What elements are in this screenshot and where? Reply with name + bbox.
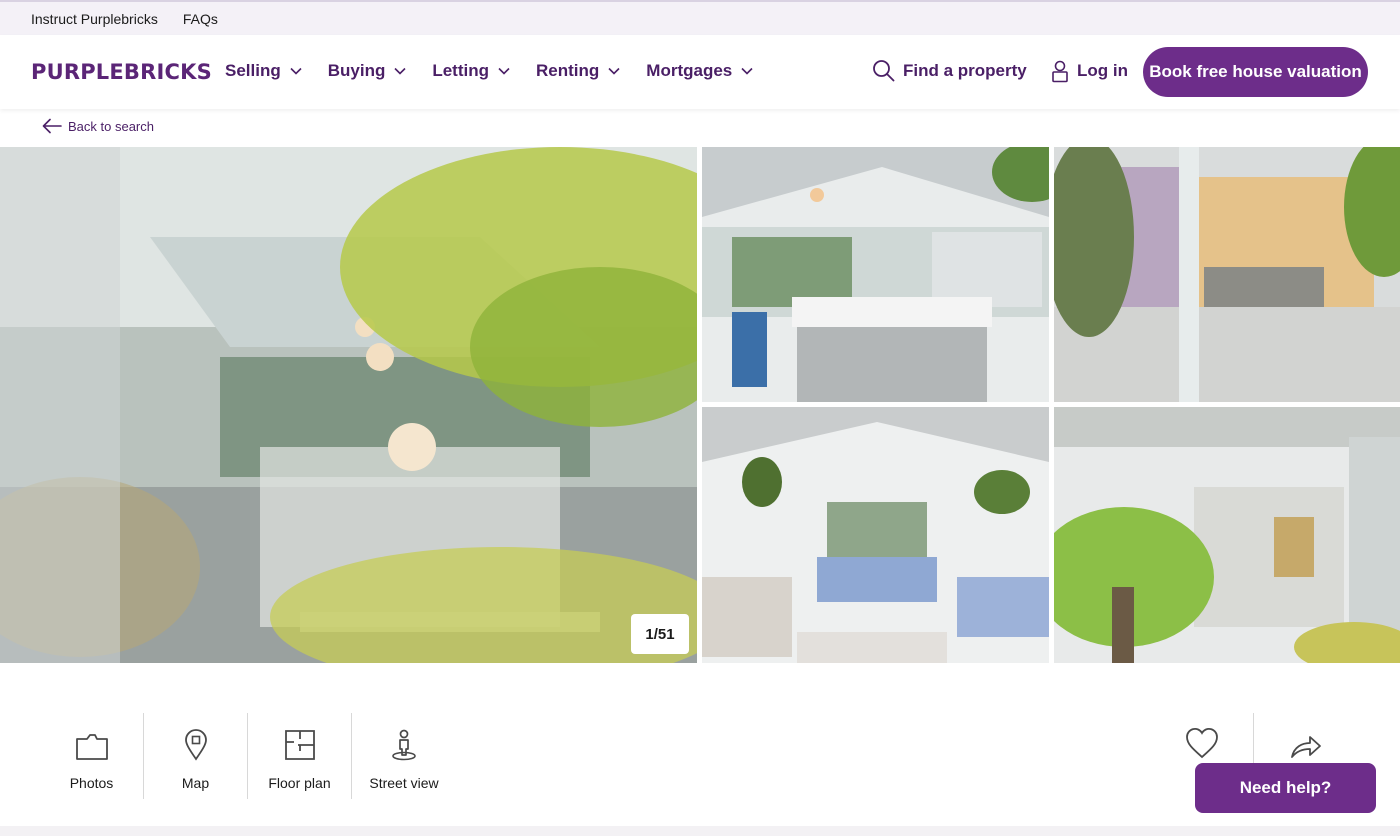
property-photo-courtyard xyxy=(1054,147,1400,402)
heart-icon xyxy=(1185,727,1218,759)
photos-button[interactable]: Photos xyxy=(40,713,144,799)
chevron-down-icon xyxy=(608,67,620,75)
user-icon xyxy=(1052,60,1068,83)
nav-item-label: Buying xyxy=(327,61,386,80)
street-view-button[interactable]: Street view xyxy=(352,713,456,799)
book-valuation-button[interactable]: Book free house valuation xyxy=(1143,47,1368,97)
chevron-down-icon xyxy=(741,67,753,75)
floor-plan-label: Floor plan xyxy=(268,775,331,791)
instruct-link[interactable]: Instruct Purplebricks xyxy=(31,11,158,27)
nav-item-mortgages[interactable]: Mortgages xyxy=(646,59,753,83)
photos-label: Photos xyxy=(69,775,114,791)
nav-item-label: Mortgages xyxy=(646,61,733,80)
thumbnail-photo[interactable] xyxy=(702,147,1049,402)
thumbnail-photo[interactable] xyxy=(702,407,1049,663)
login-label: Log in xyxy=(1077,61,1128,80)
chevron-down-icon xyxy=(290,67,302,75)
map-pin-icon xyxy=(184,729,207,761)
street-view-label: Street view xyxy=(369,775,439,791)
share-icon xyxy=(1291,736,1321,758)
media-tools: Photos Map Floor plan Street view xyxy=(40,713,456,799)
photo-gallery: 1/51 xyxy=(0,147,1400,663)
need-help-button[interactable]: Need help? xyxy=(1195,763,1376,813)
thumbnail-photo[interactable] xyxy=(1054,407,1400,663)
floor-plan-icon xyxy=(284,730,315,760)
main-photo[interactable]: 1/51 xyxy=(0,147,697,663)
purplebricks-logo[interactable]: PURPLEBRICKS xyxy=(31,60,212,84)
arrow-left-icon xyxy=(42,118,62,134)
login-link[interactable]: Log in xyxy=(1051,59,1128,83)
property-photo-dining-conservatory xyxy=(0,147,697,663)
utility-bar: Instruct Purplebricks FAQs xyxy=(0,0,1400,35)
nav-item-label: Renting xyxy=(536,61,600,80)
map-label: Map xyxy=(181,775,210,791)
nav-item-label: Letting xyxy=(432,61,489,80)
search-icon xyxy=(873,60,895,82)
chevron-down-icon xyxy=(498,67,510,75)
chevron-down-icon xyxy=(394,67,406,75)
nav-item-selling[interactable]: Selling xyxy=(225,59,302,83)
nav-item-renting[interactable]: Renting xyxy=(536,59,620,83)
find-property-label: Find a property xyxy=(903,60,1027,80)
map-button[interactable]: Map xyxy=(144,713,248,799)
nav-menu: Selling Buying Letting Renting Mortgages xyxy=(225,59,753,83)
thumbnail-photo[interactable] xyxy=(1054,147,1400,402)
property-photo-living-room xyxy=(702,407,1049,663)
nav-item-letting[interactable]: Letting xyxy=(432,59,510,83)
floor-plan-button[interactable]: Floor plan xyxy=(248,713,352,799)
nav-item-label: Selling xyxy=(225,61,281,80)
back-to-search-link[interactable]: Back to search xyxy=(42,118,154,134)
faqs-link[interactable]: FAQs xyxy=(183,11,218,27)
photo-counter: 1/51 xyxy=(631,614,689,654)
camera-icon xyxy=(75,734,108,760)
street-view-icon xyxy=(392,729,416,761)
nav-item-buying[interactable]: Buying xyxy=(328,59,407,83)
main-nav: PURPLEBRICKS Selling Buying Letting Rent… xyxy=(0,35,1400,109)
property-photo-kitchen xyxy=(702,147,1049,402)
back-to-search-label: Back to search xyxy=(68,118,154,134)
property-photo-interior-fern xyxy=(1054,407,1400,663)
find-property-link[interactable]: Find a property xyxy=(872,59,1027,82)
page-bottom-edge xyxy=(0,826,1400,836)
